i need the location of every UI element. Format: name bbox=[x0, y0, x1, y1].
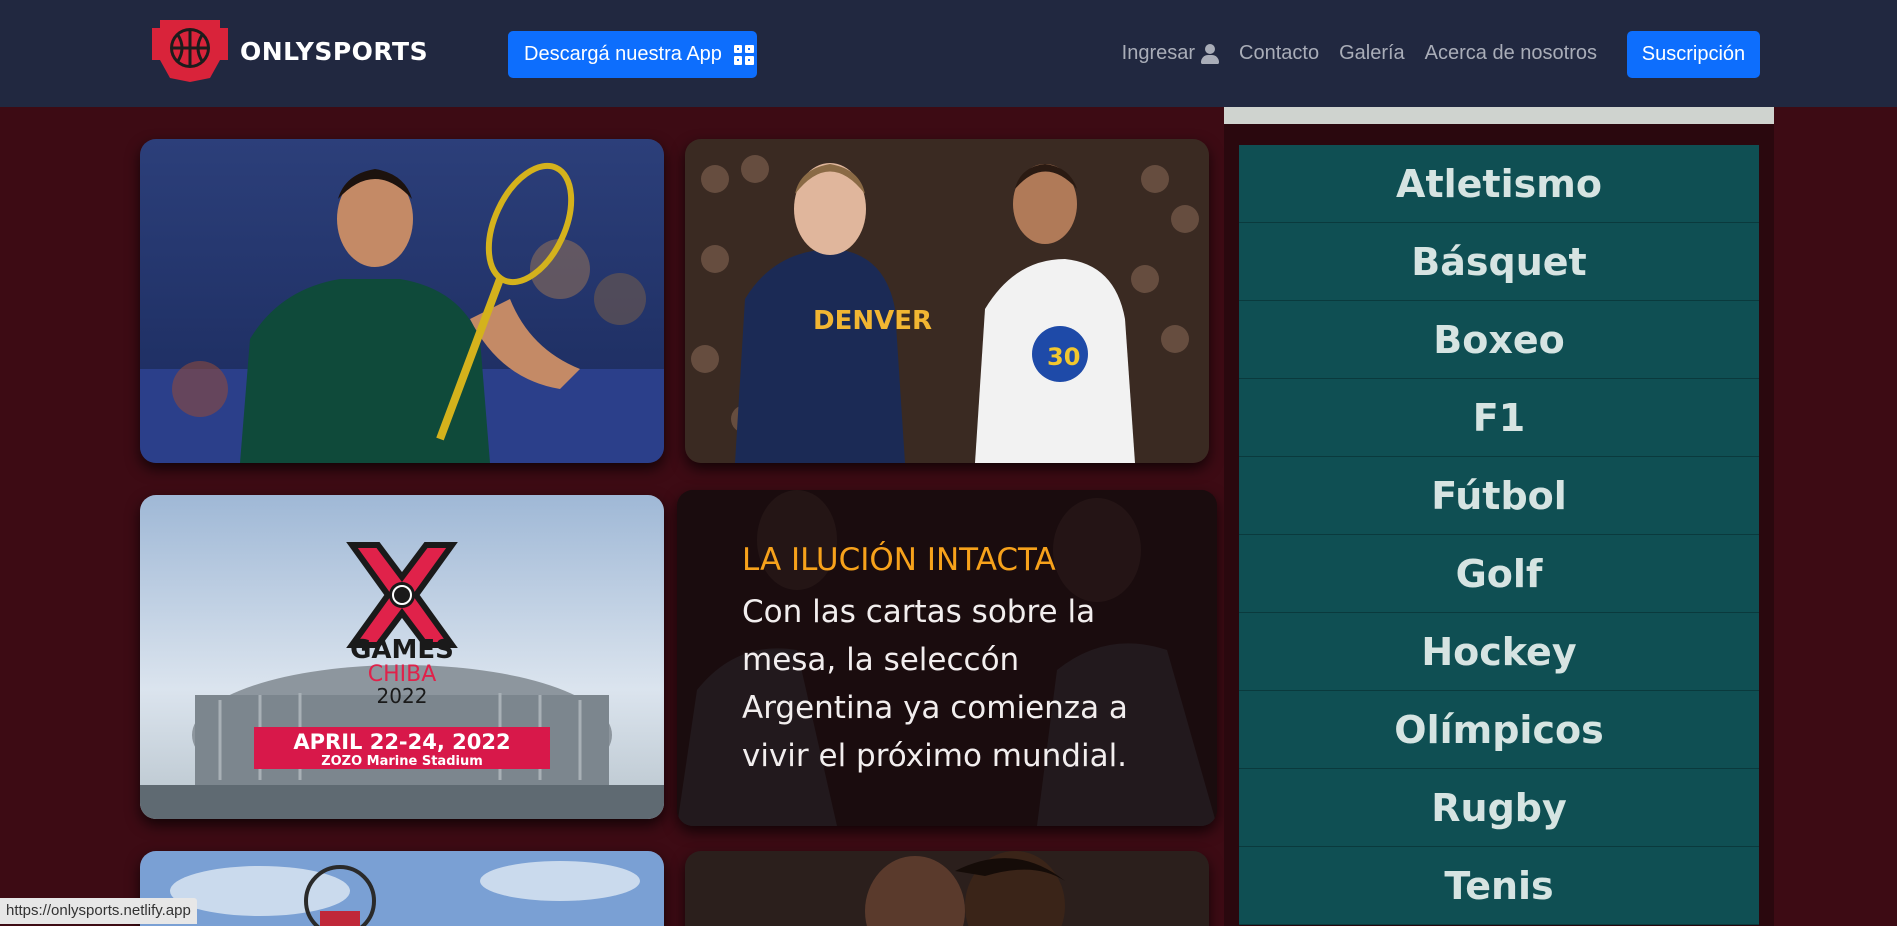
category-olimpicos[interactable]: Olímpicos bbox=[1239, 691, 1759, 769]
nav-login[interactable]: Ingresar bbox=[1121, 42, 1220, 65]
tennis-player-image bbox=[140, 139, 664, 463]
xgames-image-card[interactable]: GAMES CHIBA 2022 APRIL 22-24, 2022 ZOZO … bbox=[140, 495, 664, 819]
news-body: Con las cartas sobre la mesa, la seleccó… bbox=[742, 594, 1128, 774]
basketball-players-image: DENVER 30 bbox=[685, 139, 1209, 463]
xgames-dates: APRIL 22-24, 2022 bbox=[293, 730, 510, 754]
nav-contact[interactable]: Contacto bbox=[1239, 42, 1319, 65]
nav-links: Ingresar Contacto Galería Acerca de noso… bbox=[1122, 42, 1597, 65]
nav-gallery[interactable]: Galería bbox=[1339, 42, 1405, 65]
tennis-image-card[interactable] bbox=[140, 139, 664, 463]
bmx-rider-image bbox=[140, 851, 664, 926]
category-tenis[interactable]: Tenis bbox=[1239, 847, 1759, 925]
category-basquet[interactable]: Básquet bbox=[1239, 223, 1759, 301]
xgames-venue: ZOZO Marine Stadium bbox=[321, 754, 483, 769]
download-app-button[interactable]: Descargá nuestra App bbox=[508, 31, 757, 78]
qr-code-icon bbox=[733, 44, 754, 65]
user-icon bbox=[1201, 43, 1220, 64]
category-atletismo[interactable]: Atletismo bbox=[1239, 145, 1759, 223]
sidebar-top-bar bbox=[1224, 107, 1774, 124]
football-players-image bbox=[685, 851, 1209, 926]
category-boxeo[interactable]: Boxeo bbox=[1239, 301, 1759, 379]
category-golf[interactable]: Golf bbox=[1239, 535, 1759, 613]
category-hockey[interactable]: Hockey bbox=[1239, 613, 1759, 691]
category-futbol[interactable]: Fútbol bbox=[1239, 457, 1759, 535]
bmx-image-card[interactable] bbox=[140, 851, 664, 926]
download-app-label: Descargá nuestra App bbox=[524, 43, 722, 65]
xgames-year: 2022 bbox=[377, 684, 428, 708]
subscribe-button[interactable]: Suscripción bbox=[1627, 31, 1760, 78]
jersey-left-text: DENVER bbox=[813, 306, 932, 336]
basketball-logo-icon bbox=[152, 20, 228, 82]
status-bar-url: https://onlysports.netlify.app bbox=[0, 898, 197, 924]
jersey-right-number: 30 bbox=[1047, 343, 1080, 371]
category-f1[interactable]: F1 bbox=[1239, 379, 1759, 457]
nav-about[interactable]: Acerca de nosotros bbox=[1425, 42, 1597, 65]
brand[interactable]: ONLYSPORTS bbox=[152, 20, 428, 82]
xgames-poster-image: GAMES CHIBA 2022 APRIL 22-24, 2022 ZOZO … bbox=[140, 495, 664, 819]
category-rugby[interactable]: Rugby bbox=[1239, 769, 1759, 847]
news-card[interactable]: LA ILUCIÓN INTACTA Con las cartas sobre … bbox=[677, 490, 1217, 826]
navbar: ONLYSPORTS Descargá nuestra App Ingresar… bbox=[0, 0, 1897, 107]
xgames-brand: GAMES bbox=[350, 635, 454, 665]
news-title: LA ILUCIÓN INTACTA bbox=[742, 542, 1056, 578]
brand-name: ONLYSPORTS bbox=[240, 36, 429, 66]
basketball-image-card[interactable]: DENVER 30 bbox=[685, 139, 1209, 463]
football-image-card[interactable] bbox=[685, 851, 1209, 926]
nav-login-label: Ingresar bbox=[1121, 42, 1196, 64]
sports-categories-list: Atletismo Básquet Boxeo F1 Fútbol Golf H… bbox=[1239, 145, 1759, 925]
